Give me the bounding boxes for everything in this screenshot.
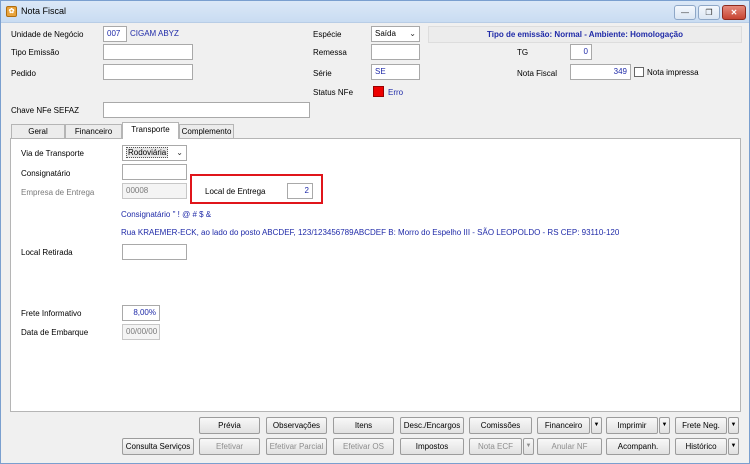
acompanh-button[interactable]: Acompanh. xyxy=(606,438,670,455)
efetivar-button[interactable]: Efetivar xyxy=(199,438,260,455)
chave-nfe-label: Chave NFe SEFAZ xyxy=(11,106,80,115)
consignatario-label: Consignatário xyxy=(21,169,71,178)
local-entrega-label: Local de Entrega xyxy=(205,187,266,196)
window-title: Nota Fiscal xyxy=(21,6,67,16)
status-error-indicator xyxy=(373,86,384,97)
local-entrega-field[interactable]: 2 xyxy=(287,183,313,199)
imprimir-button[interactable]: Imprimir xyxy=(606,417,658,434)
pedido-label: Pedido xyxy=(11,69,36,78)
chevron-down-icon: ⌄ xyxy=(409,29,416,38)
efetivar-os-button[interactable]: Efetivar OS xyxy=(333,438,394,455)
imprimir-dropdown-icon[interactable]: ▼ xyxy=(659,417,670,434)
tipo-emissao-field[interactable] xyxy=(103,44,193,60)
consulta-servicos-button[interactable]: Consulta Serviços xyxy=(122,438,194,455)
consignatario-field[interactable] xyxy=(122,164,187,180)
via-transporte-label: Via de Transporte xyxy=(21,149,85,158)
tab-transporte[interactable]: Transporte xyxy=(122,122,179,139)
itens-button[interactable]: Itens xyxy=(333,417,394,434)
frete-neg-dropdown-icon[interactable]: ▼ xyxy=(728,417,739,434)
nota-impressa-label: Nota impressa xyxy=(647,68,699,77)
via-transporte-select[interactable]: Rodoviária ⌄ xyxy=(122,145,187,161)
address-text: Rua KRAEMER-ECK, ao lado do posto ABCDEF… xyxy=(121,228,620,237)
consignatario-text: Consignatário " ! @ # $ & xyxy=(121,210,212,219)
chave-nfe-field[interactable] xyxy=(103,102,310,118)
pedido-field[interactable] xyxy=(103,64,193,80)
especie-label: Espécie xyxy=(313,30,342,39)
unidade-name: CIGAM ABYZ xyxy=(130,29,179,38)
financeiro-dropdown-icon[interactable]: ▼ xyxy=(591,417,602,434)
unidade-label: Unidade de Negócio xyxy=(11,30,84,39)
unidade-code-field[interactable]: 007 xyxy=(103,26,127,42)
efetivar-parcial-button[interactable]: Efetivar Parcial xyxy=(266,438,327,455)
comissoes-button[interactable]: Comissões xyxy=(469,417,532,434)
status-nfe-value: Erro xyxy=(388,88,404,97)
title-bar: ✿ Nota Fiscal — ❐ ✕ xyxy=(1,1,749,23)
remessa-field[interactable] xyxy=(371,44,420,60)
app-icon: ✿ xyxy=(6,6,17,17)
nota-ecf-dropdown-icon[interactable]: ▼ xyxy=(523,438,534,455)
impostos-button[interactable]: Impostos xyxy=(400,438,464,455)
remessa-label: Remessa xyxy=(313,48,347,57)
tipo-emissao-label: Tipo Emissão xyxy=(11,48,60,57)
especie-select[interactable]: Saída ⌄ xyxy=(371,26,420,42)
maximize-button[interactable]: ❐ xyxy=(698,5,720,20)
frete-informativo-label: Frete Informativo xyxy=(21,309,82,318)
frete-neg-button[interactable]: Frete Neg. xyxy=(675,417,727,434)
data-embarque-label: Data de Embarque xyxy=(21,328,89,337)
local-retirada-field[interactable] xyxy=(122,244,187,260)
chevron-down-icon: ⌄ xyxy=(176,148,183,157)
tab-complemento[interactable]: Complemento xyxy=(179,124,234,139)
close-button[interactable]: ✕ xyxy=(722,5,746,20)
minimize-button[interactable]: — xyxy=(674,5,696,20)
serie-label: Série xyxy=(313,69,332,78)
especie-value: Saída xyxy=(375,29,396,38)
serie-field[interactable]: SE xyxy=(371,64,420,80)
frete-informativo-field[interactable]: 8,00% xyxy=(122,305,160,321)
desc-encargos-button[interactable]: Desc./Encargos xyxy=(400,417,464,434)
empresa-entrega-field: 00008 xyxy=(122,183,187,199)
historico-dropdown-icon[interactable]: ▼ xyxy=(728,438,739,455)
tg-field[interactable]: 0 xyxy=(570,44,592,60)
transporte-panel xyxy=(10,138,741,412)
financeiro-button[interactable]: Financeiro xyxy=(537,417,590,434)
nota-ecf-button[interactable]: Nota ECF xyxy=(469,438,522,455)
nota-fiscal-label: Nota Fiscal xyxy=(517,69,558,78)
tg-label: TG xyxy=(517,48,529,57)
nota-fiscal-window: ✿ Nota Fiscal — ❐ ✕ Unidade de Negócio 0… xyxy=(0,0,750,464)
empresa-entrega-label: Empresa de Entrega xyxy=(21,188,95,197)
status-nfe-label: Status NFe xyxy=(313,88,354,97)
anular-nf-button[interactable]: Anular NF xyxy=(537,438,602,455)
observacoes-button[interactable]: Observações xyxy=(266,417,327,434)
tab-financeiro[interactable]: Financeiro xyxy=(65,124,122,139)
emission-info-bar: Tipo de emissão: Normal - Ambiente: Homo… xyxy=(428,26,742,43)
historico-button[interactable]: Histórico xyxy=(675,438,727,455)
previa-button[interactable]: Prévia xyxy=(199,417,260,434)
local-retirada-label: Local Retirada xyxy=(21,248,73,257)
nota-fiscal-field[interactable]: 349 xyxy=(570,64,631,80)
data-embarque-field[interactable]: 00/00/00 xyxy=(122,324,160,340)
via-transporte-value: Rodoviária xyxy=(126,147,169,158)
nota-impressa-checkbox[interactable] xyxy=(634,67,644,77)
tab-geral[interactable]: Geral xyxy=(11,124,65,139)
